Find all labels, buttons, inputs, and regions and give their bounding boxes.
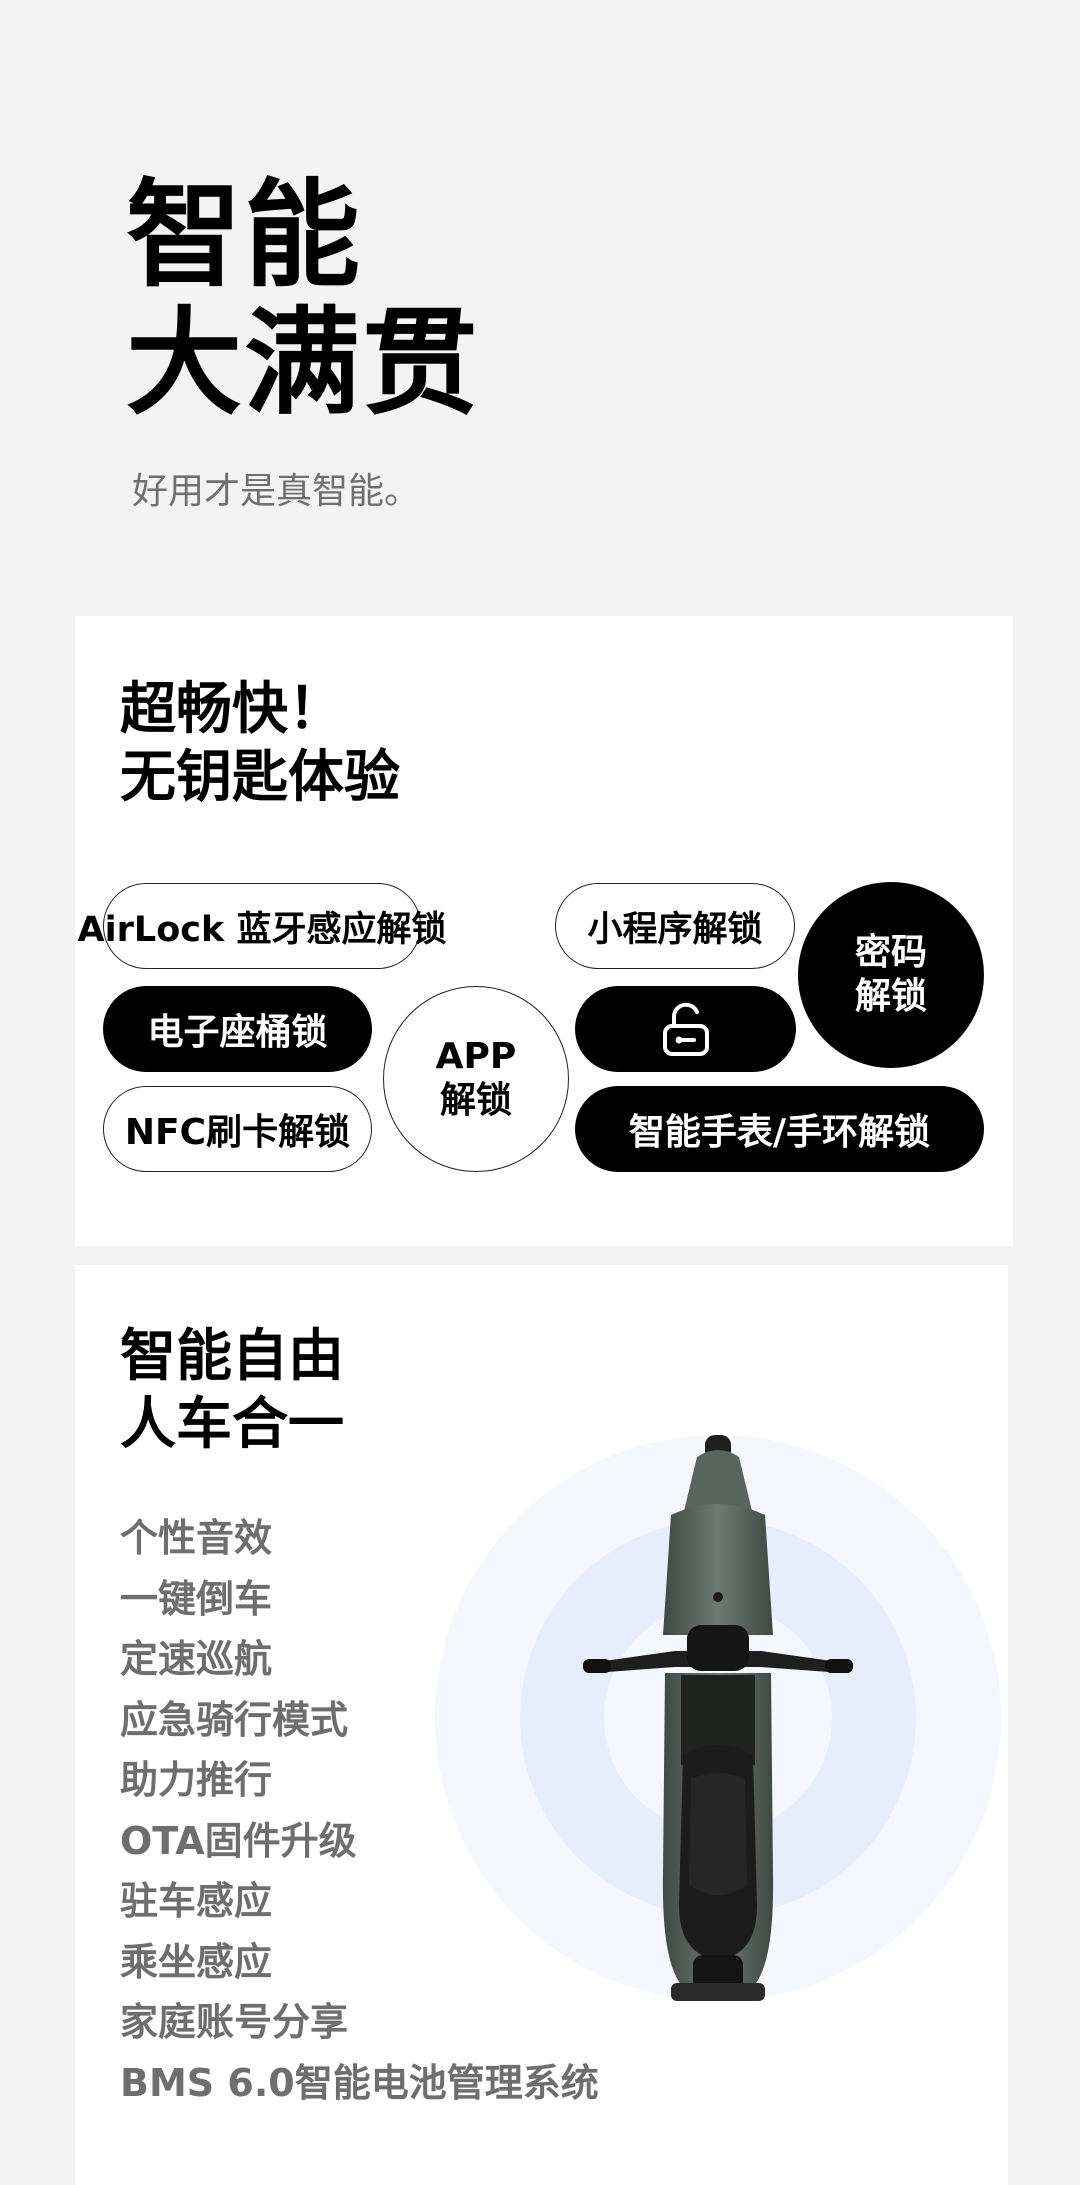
seat-lock-pill: 电子座桶锁 (103, 986, 372, 1072)
smartwatch-unlock-label: 智能手表/手环解锁 (628, 1112, 931, 1153)
smart-features-card: 智能自由 人车合一 个性音效 一键倒车 定速巡航 应急骑行模式 助力推行 OTA… (75, 1265, 1008, 2185)
hero-title-line-1: 智能 (126, 168, 362, 303)
app-unlock-circle: APP 解锁 (383, 986, 569, 1172)
password-unlock-label: 密码 解锁 (854, 932, 927, 1017)
seat-lock-label: 电子座桶锁 (147, 1012, 328, 1053)
mini-program-unlock-label: 小程序解锁 (587, 909, 763, 950)
smart-title: 智能自由 人车合一 (120, 1324, 344, 1457)
hero-title: 智能 大满贯 (126, 172, 480, 428)
hero-section: 智能 大满贯 好用才是真智能。 (126, 172, 480, 514)
unlock-icon (662, 1002, 709, 1056)
keyless-card: 超畅快！ 无钥匙体验 AirLock 蓝牙感应解锁 小程序解锁 密码 解锁 电子… (75, 616, 1013, 1246)
feature-item: 家庭账号分享 (120, 2000, 349, 2044)
nfc-unlock-label: NFC刷卡解锁 (124, 1112, 351, 1153)
feature-item: BMS 6.0智能电池管理系统 (120, 2060, 599, 2105)
scooter-visual (435, 1435, 1001, 2001)
nfc-unlock-pill: NFC刷卡解锁 (103, 1086, 372, 1172)
mini-program-unlock-pill: 小程序解锁 (555, 883, 795, 969)
password-unlock-circle: 密码 解锁 (798, 882, 984, 1068)
airlock-unlock-pill: AirLock 蓝牙感应解锁 (78, 883, 446, 969)
unlock-icon-pill (575, 986, 796, 1072)
keyless-title: 超畅快！ 无钥匙体验 (120, 677, 400, 810)
hero-title-line-2: 大满贯 (126, 296, 480, 431)
smartwatch-unlock-pill: 智能手表/手环解锁 (575, 1086, 984, 1172)
app-unlock-label: APP 解锁 (435, 1036, 517, 1121)
hero-subtitle: 好用才是真智能。 (132, 471, 421, 512)
airlock-unlock-label: AirLock 蓝牙感应解锁 (77, 909, 447, 950)
